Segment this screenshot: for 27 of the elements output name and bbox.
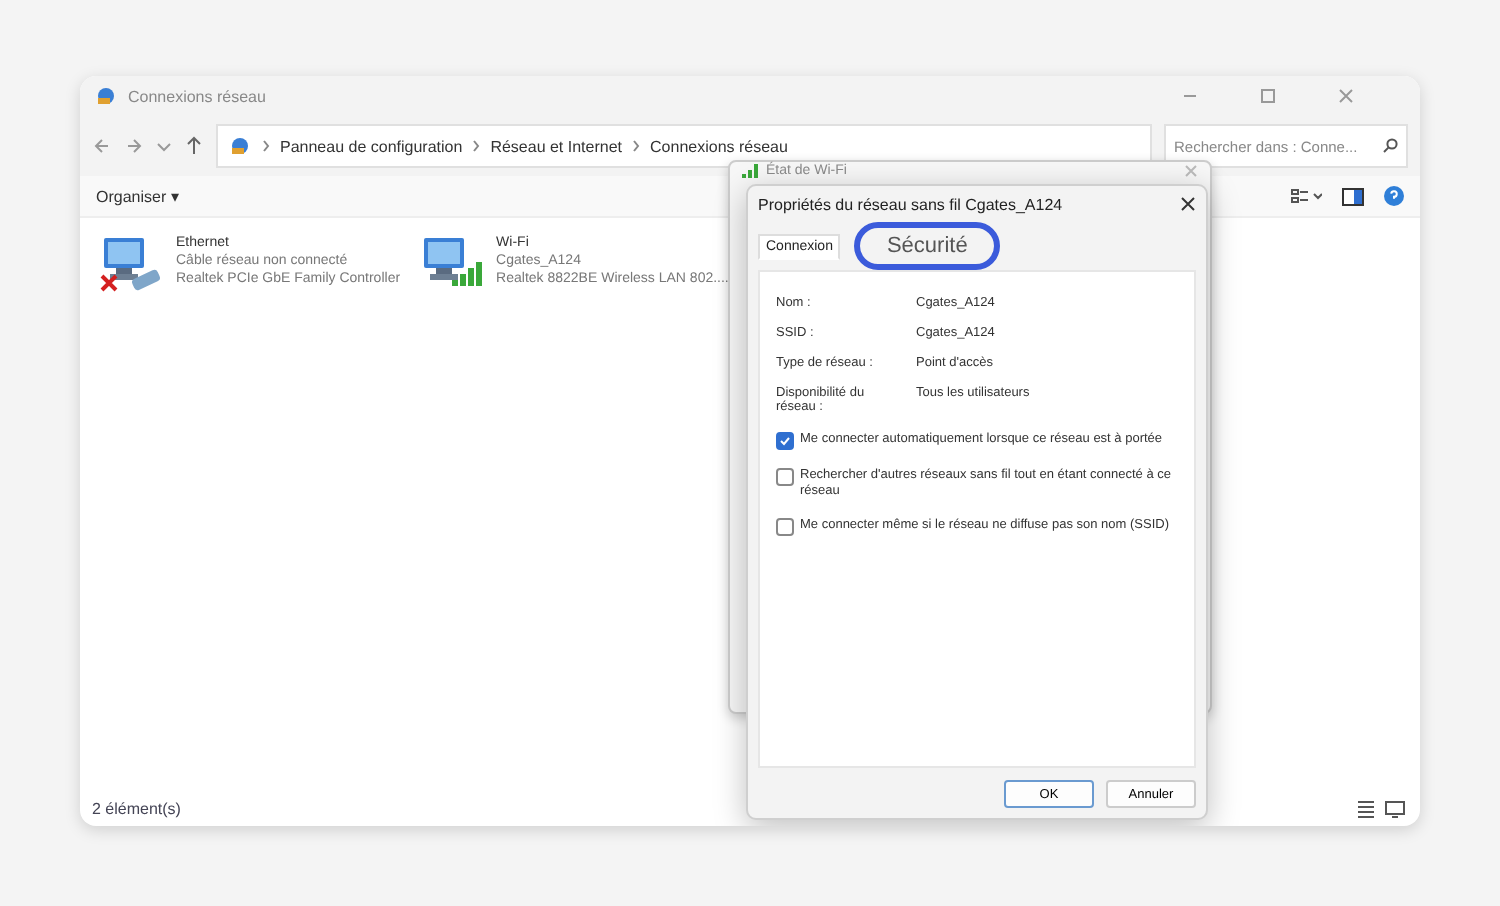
back-icon[interactable] (92, 136, 112, 156)
breadcrumb[interactable]: Connexions réseau (650, 137, 788, 155)
preview-pane-icon[interactable] (1342, 187, 1364, 205)
chevron-right-icon (472, 140, 481, 152)
view-options-icon[interactable] (1290, 188, 1322, 204)
network-icon (96, 86, 118, 106)
close-icon[interactable] (1180, 196, 1196, 212)
signal-icon (742, 164, 760, 178)
help-icon[interactable] (1384, 186, 1404, 206)
network-icon (230, 136, 252, 156)
tiles-view-icon[interactable] (1384, 799, 1408, 817)
item-count: 2 élément(s) (92, 799, 183, 817)
organize-menu[interactable]: Organiser ▾ (96, 187, 179, 205)
checkbox[interactable] (776, 468, 794, 486)
dialog-title: Propriétés du réseau sans fil Cgates_A124 (758, 195, 1065, 213)
checkbox[interactable] (776, 518, 794, 536)
chevron-right-icon (262, 140, 270, 152)
up-icon[interactable] (184, 136, 204, 156)
tab[interactable]: Sécurité (860, 228, 994, 264)
window-title: Connexions réseau (128, 87, 268, 105)
forward-icon[interactable] (124, 136, 144, 156)
details-view-icon[interactable] (1356, 799, 1376, 817)
chevron-right-icon (632, 140, 641, 152)
checkbox[interactable] (776, 432, 794, 450)
breadcrumb[interactable]: Réseau et Internet (490, 137, 623, 155)
breadcrumb[interactable]: Panneau de configuration (280, 137, 463, 155)
search-icon (1382, 138, 1398, 154)
